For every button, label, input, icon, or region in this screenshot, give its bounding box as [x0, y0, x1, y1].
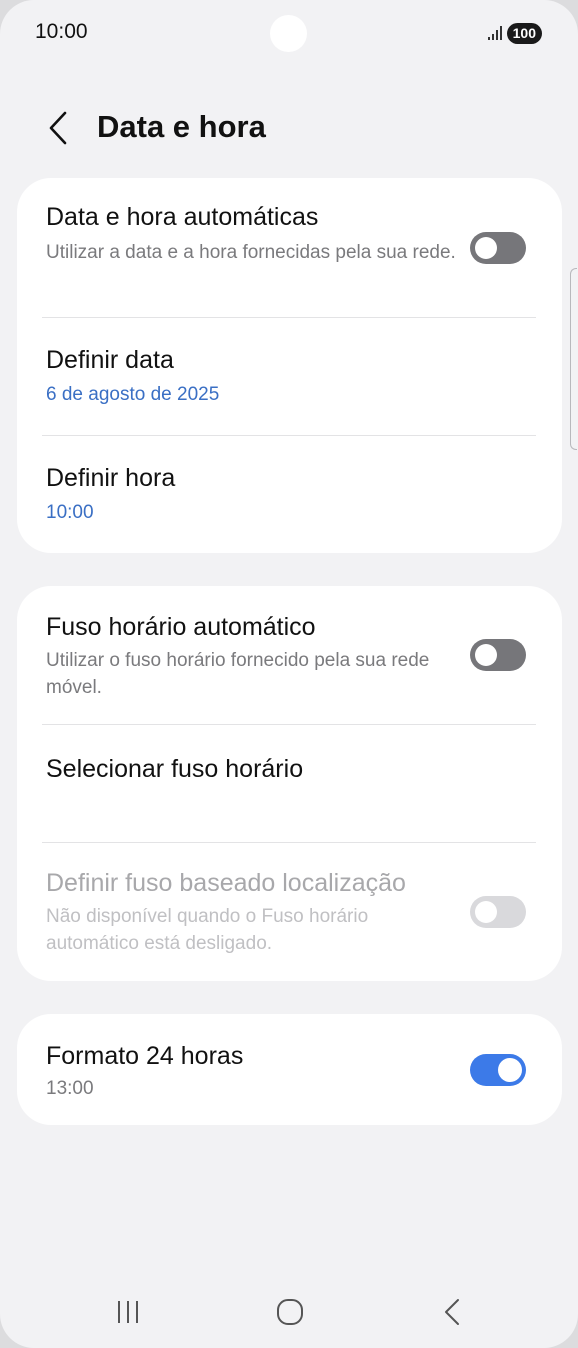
back-button[interactable] [38, 108, 78, 148]
toggle-knob [498, 1058, 522, 1082]
home-button[interactable] [266, 1290, 314, 1334]
recents-button[interactable] [104, 1290, 152, 1334]
app-header: Data e hora [0, 100, 578, 156]
format-24h-value: 13:00 [46, 1078, 94, 1099]
format-card: Formato 24 horas 13:00 [17, 1014, 562, 1125]
page-title: Data e hora [97, 109, 266, 144]
select-timezone-row[interactable]: Selecionar fuso horário [17, 725, 562, 843]
battery-badge: 100 [506, 22, 542, 44]
location-timezone-title: Definir fuso baseado localização [46, 869, 406, 897]
phone-screen: 10:00 100 Data e hora Data e hora automá… [0, 0, 578, 1348]
set-time-value: 10:00 [46, 502, 94, 523]
auto-datetime-subtitle: Utilizar a data e a hora fornecidas pela… [46, 242, 456, 263]
status-icons: 100 [487, 22, 542, 44]
auto-timezone-title: Fuso horário automático [46, 613, 316, 641]
auto-timezone-toggle[interactable] [470, 639, 526, 671]
toggle-knob [475, 901, 497, 923]
format-24h-toggle[interactable] [470, 1054, 526, 1086]
set-date-row[interactable]: Definir data 6 de agosto de 2025 [17, 318, 562, 435]
home-icon [277, 1299, 303, 1325]
auto-datetime-title: Data e hora automáticas [46, 203, 319, 231]
format-24h-title: Formato 24 horas [46, 1042, 244, 1070]
auto-timezone-subtitle: Utilizar o fuso horário fornecido pela s… [46, 650, 430, 698]
datetime-card: Data e hora automáticas Utilizar a data … [17, 178, 562, 553]
signal-icon [487, 26, 502, 40]
location-timezone-row[interactable]: Definir fuso baseado localização Não dis… [17, 843, 562, 981]
set-time-row[interactable]: Definir hora 10:00 [17, 436, 562, 553]
nav-back-button[interactable] [428, 1290, 476, 1334]
set-date-value: 6 de agosto de 2025 [46, 384, 220, 405]
location-timezone-toggle[interactable] [470, 896, 526, 928]
select-timezone-title: Selecionar fuso horário [46, 755, 304, 783]
chevron-left-icon [49, 111, 67, 145]
format-24h-row[interactable]: Formato 24 horas 13:00 [17, 1014, 562, 1125]
auto-datetime-toggle[interactable] [470, 232, 526, 264]
navigation-bar [0, 1280, 578, 1344]
auto-timezone-row[interactable]: Fuso horário automático Utilizar o fuso … [17, 586, 562, 725]
location-timezone-subtitle: Não disponível quando o Fuso horário aut… [46, 906, 369, 954]
back-icon [445, 1299, 459, 1325]
status-time: 10:00 [35, 20, 88, 43]
auto-datetime-row[interactable]: Data e hora automáticas Utilizar a data … [17, 178, 562, 318]
scroll-indicator[interactable] [570, 268, 577, 450]
toggle-knob [475, 237, 497, 259]
set-time-title: Definir hora [46, 464, 176, 492]
timezone-card: Fuso horário automático Utilizar o fuso … [17, 586, 562, 981]
toggle-knob [475, 644, 497, 666]
recents-icon [118, 1301, 138, 1323]
camera-cutout [270, 15, 307, 52]
set-date-title: Definir data [46, 346, 174, 374]
